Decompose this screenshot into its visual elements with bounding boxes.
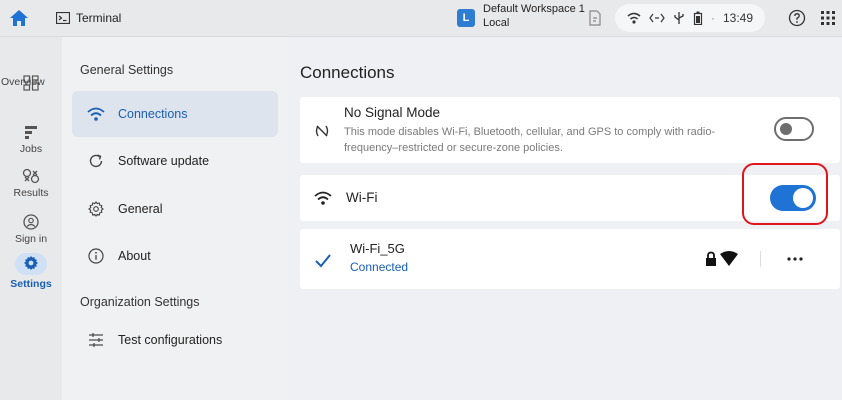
results-icon <box>22 168 40 184</box>
rail-item-settings[interactable]: Settings <box>0 253 62 290</box>
nav-label-general: General <box>118 202 163 216</box>
rail-label-sign-in: Sign in <box>14 233 48 245</box>
rail-label-settings: Settings <box>10 278 52 290</box>
no-signal-icon <box>315 125 329 137</box>
apps-button[interactable] <box>820 10 836 26</box>
navigation-rail: Overview Jobs Results Sign in Settings <box>0 37 62 400</box>
highlight-annotation <box>742 163 828 225</box>
workspace-location: Local <box>483 17 510 29</box>
network-ssid: Wi-Fi_5G <box>350 241 405 256</box>
edit-document-icon <box>589 10 601 26</box>
lock-icon <box>706 251 716 266</box>
wifi-icon <box>86 104 106 124</box>
nav-item-connections[interactable]: Connections <box>72 91 278 137</box>
rail-item-overview[interactable]: Overview <box>0 75 62 91</box>
home-button[interactable] <box>8 7 30 29</box>
workspace-name: Default Workspace 1 <box>483 3 585 15</box>
sign-in-icon <box>23 214 39 230</box>
no-signal-title: No Signal Mode <box>344 105 441 120</box>
rail-label-results: Results <box>13 187 49 199</box>
gear-icon <box>86 199 106 219</box>
wifi-label: Wi-Fi <box>346 190 378 205</box>
usb-icon <box>674 12 684 24</box>
no-signal-toggle[interactable] <box>774 117 814 141</box>
rail-item-jobs[interactable]: Jobs <box>0 124 62 155</box>
terminal-icon <box>56 12 70 24</box>
clock: 13:49 <box>723 11 754 25</box>
main-content: Connections No Signal Mode This mode dis… <box>288 37 842 400</box>
nav-label-connections: Connections <box>118 107 188 121</box>
sliders-icon <box>86 330 106 350</box>
no-signal-mode-card: No Signal Mode This mode disables Wi-Fi,… <box>300 97 840 163</box>
settings-active-pill <box>15 253 47 275</box>
nav-item-test-configurations[interactable]: Test configurations <box>72 317 278 363</box>
workspace-badge[interactable]: L <box>457 9 475 27</box>
help-icon <box>788 9 806 27</box>
check-icon <box>315 254 331 268</box>
home-icon <box>10 10 28 26</box>
terminal-tab-label: Terminal <box>76 11 122 25</box>
nav-item-about[interactable]: About <box>72 233 278 279</box>
nav-label-test-configurations: Test configurations <box>118 333 223 347</box>
settings-nav: General Settings Connections Software up… <box>62 37 288 400</box>
rail-item-sign-in[interactable]: Sign in <box>0 214 62 245</box>
organization-settings-heading: Organization Settings <box>80 295 200 309</box>
terminal-tab[interactable]: Terminal <box>56 10 121 26</box>
toggle-knob <box>780 123 792 135</box>
apps-grid-icon <box>821 11 835 25</box>
rail-label-overview: Overview <box>1 76 45 88</box>
status-indicators[interactable]: · 13:49 <box>615 4 765 32</box>
more-options-icon[interactable] <box>786 251 804 267</box>
network-row[interactable]: Wi-Fi_5G Connected <box>300 229 840 289</box>
workspace-selector[interactable]: Default Workspace 1 Local <box>483 3 585 30</box>
wifi-status-icon <box>627 12 641 24</box>
wifi-icon <box>314 191 332 205</box>
network-arrows-icon <box>649 13 665 23</box>
info-icon <box>86 246 106 266</box>
no-signal-description: This mode disables Wi-Fi, Bluetooth, cel… <box>344 126 716 154</box>
nav-item-general[interactable]: General <box>72 186 278 232</box>
nav-item-software-update[interactable]: Software update <box>72 138 278 184</box>
signal-strength-icon <box>720 251 738 266</box>
help-button[interactable] <box>788 9 806 27</box>
status-separator: · <box>711 11 715 25</box>
network-status: Connected <box>350 260 409 274</box>
rail-item-results[interactable]: Results <box>0 168 62 199</box>
workspace-edit-button[interactable] <box>586 9 604 27</box>
jobs-icon <box>25 126 37 139</box>
general-settings-heading: General Settings <box>80 63 174 77</box>
update-icon <box>86 151 106 171</box>
gear-icon <box>24 255 38 270</box>
divider <box>760 251 761 267</box>
nav-label-about: About <box>118 249 151 263</box>
top-bar: Terminal L Default Workspace 1 Local · 1… <box>0 0 842 37</box>
battery-icon <box>693 11 703 25</box>
rail-label-jobs: Jobs <box>19 143 43 155</box>
nav-label-software-update: Software update <box>118 154 210 168</box>
page-title: Connections <box>300 63 395 82</box>
